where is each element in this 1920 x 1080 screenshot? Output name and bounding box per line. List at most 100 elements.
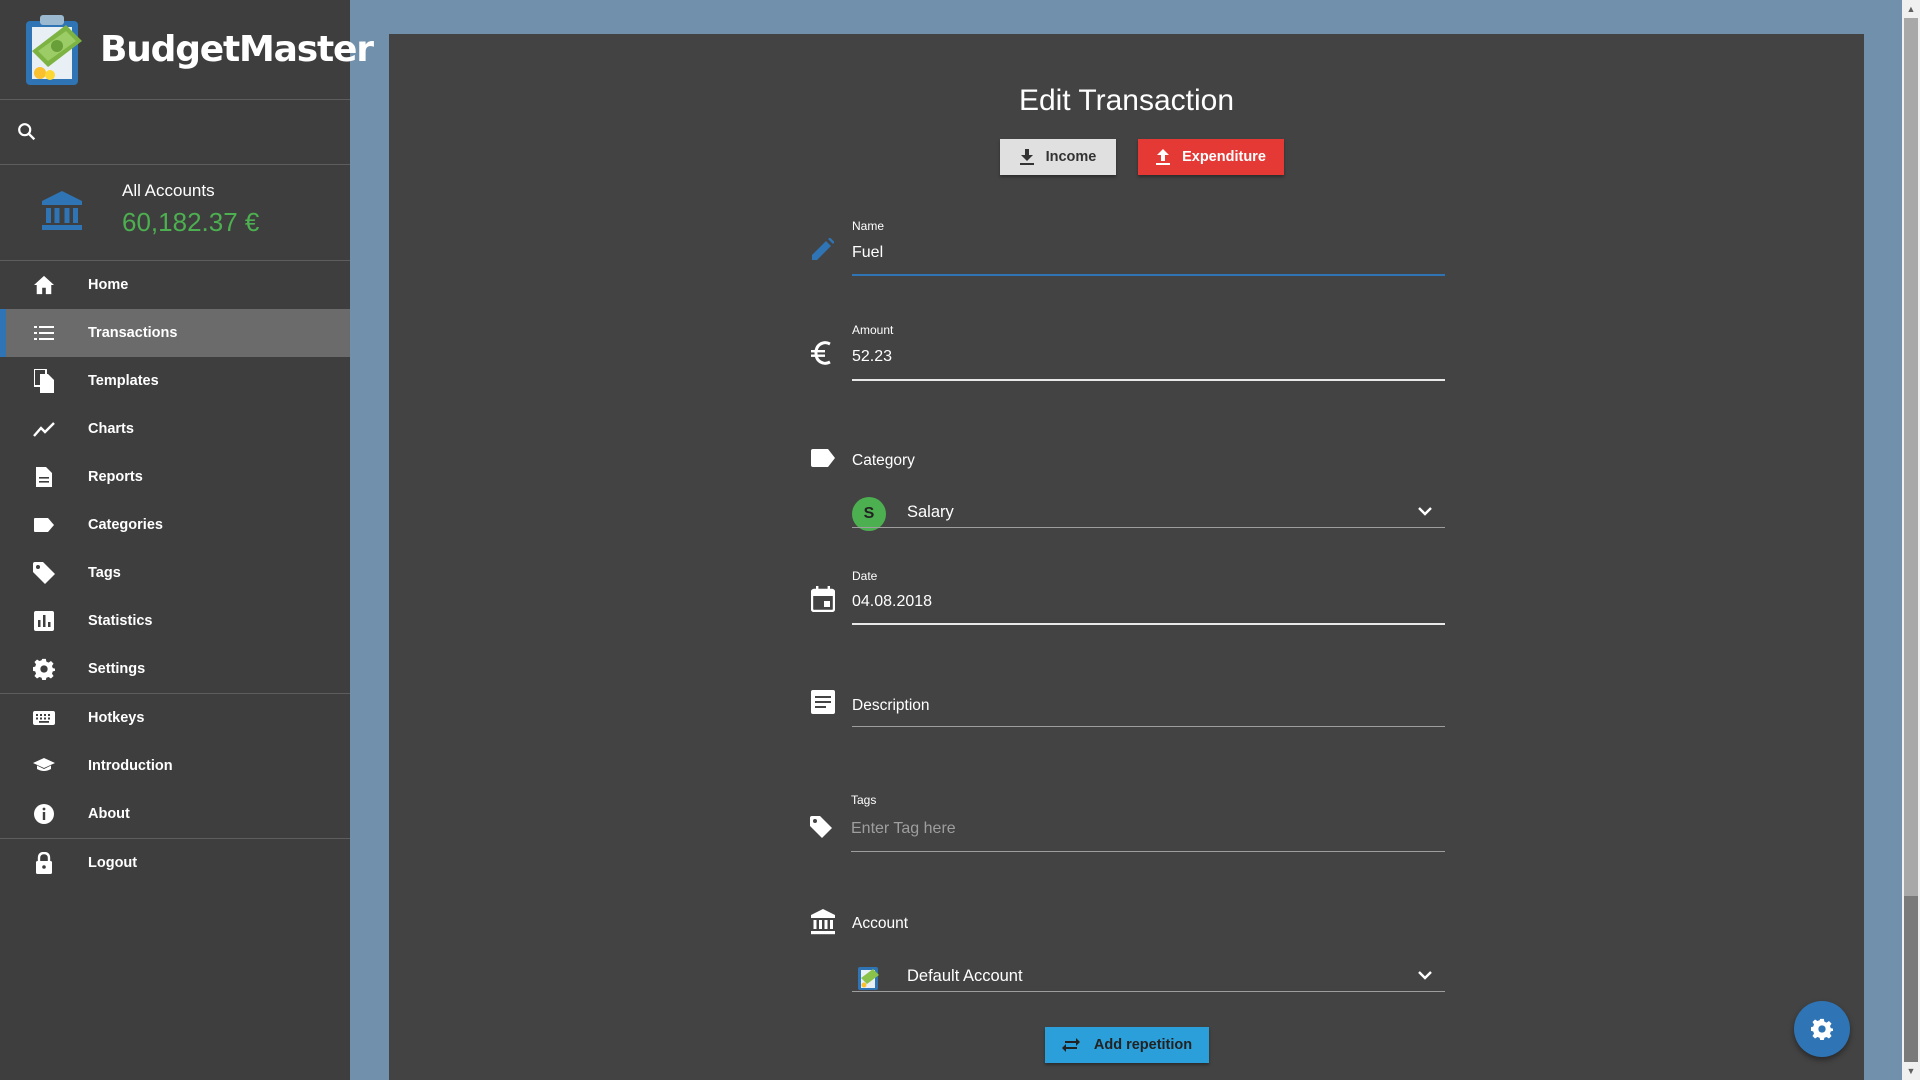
- edit-transaction-panel: Edit Transaction Income Expenditure Name…: [389, 34, 1864, 1080]
- nav-item-reports[interactable]: Reports: [0, 453, 350, 501]
- euro-icon: [809, 339, 837, 367]
- nav-item-hotkeys[interactable]: Hotkeys: [0, 694, 350, 742]
- gear-icon: [32, 657, 56, 681]
- settings-fab-button[interactable]: [1794, 1001, 1850, 1057]
- account-select[interactable]: Default Account: [852, 953, 1445, 1003]
- pencil-icon: [809, 235, 837, 263]
- app-logo-icon: [22, 11, 88, 89]
- scroll-track[interactable]: [1904, 18, 1918, 896]
- label-icon: [32, 513, 56, 537]
- upload-icon: [1156, 149, 1171, 165]
- date-field-label: Date: [852, 569, 878, 583]
- tags-underline: [851, 851, 1445, 852]
- account-balance: 60,182.37 €: [122, 207, 260, 237]
- account-value: Default Account: [907, 967, 1023, 985]
- logo-row[interactable]: BudgetMaster: [0, 0, 374, 100]
- file-copy-icon: [32, 369, 56, 393]
- search-icon[interactable]: [16, 121, 38, 143]
- tags-input[interactable]: Enter Tag here: [851, 820, 956, 838]
- download-icon: [1019, 149, 1034, 165]
- chevron-down-icon[interactable]: [1417, 503, 1433, 519]
- tag-icon: [32, 561, 56, 585]
- chevron-down-icon[interactable]: [1417, 967, 1433, 983]
- tag-icon: [807, 813, 835, 841]
- school-icon: [32, 754, 56, 778]
- nav-item-settings[interactable]: Settings: [0, 645, 350, 693]
- bank-icon: [809, 908, 837, 936]
- sidebar-search[interactable]: [0, 100, 350, 165]
- nav-label-settings: Settings: [88, 661, 146, 677]
- nav-label-home: Home: [88, 277, 129, 293]
- amount-field-label: Amount: [852, 323, 894, 337]
- date-input[interactable]: 04.08.2018: [852, 593, 932, 611]
- home-icon: [32, 273, 56, 297]
- nav-label-statistics: Statistics: [88, 613, 153, 629]
- category-field-label: Category: [852, 452, 915, 469]
- account-summary[interactable]: All Accounts 60,182.37 €: [0, 165, 350, 261]
- category-select[interactable]: S Salary: [852, 489, 1445, 539]
- scroll-thumb[interactable]: [1904, 896, 1918, 1062]
- repeat-icon: [1061, 1038, 1080, 1052]
- expenditure-label: Expenditure: [1182, 149, 1266, 165]
- expenditure-button[interactable]: Expenditure: [1138, 139, 1284, 175]
- amount-underline: [852, 379, 1445, 381]
- nav-item-about[interactable]: About: [0, 790, 350, 838]
- nav-label-logout: Logout: [88, 855, 138, 871]
- document-icon: [32, 465, 56, 489]
- category-value: Salary: [907, 503, 954, 521]
- account-logo-icon: [857, 963, 881, 991]
- nav-label-about: About: [88, 806, 130, 822]
- nav-label-templates: Templates: [88, 373, 159, 389]
- income-label: Income: [1045, 149, 1097, 165]
- nav-item-home[interactable]: Home: [0, 261, 350, 309]
- list-icon: [32, 321, 56, 345]
- description-icon: [809, 688, 837, 716]
- nav-item-charts[interactable]: Charts: [0, 405, 350, 453]
- description-underline: [852, 726, 1445, 727]
- sidebar: BudgetMaster All Accounts 60,182.37 € Ho…: [0, 0, 374, 1080]
- bank-icon: [40, 191, 84, 236]
- nav-label-introduction: Introduction: [88, 758, 173, 774]
- nav-item-logout[interactable]: Logout: [0, 839, 350, 887]
- nav-label-tags: Tags: [88, 565, 121, 581]
- account-underline: [852, 991, 1445, 992]
- nav-item-categories[interactable]: Categories: [0, 501, 350, 549]
- name-field-label: Name: [852, 219, 885, 233]
- scroll-up-arrow[interactable]: ▲: [1902, 0, 1920, 18]
- tags-field-label: Tags: [851, 793, 877, 807]
- label-icon: [809, 444, 837, 472]
- page-scrollbar[interactable]: ▲ ▼: [1902, 0, 1920, 1080]
- lock-icon: [32, 851, 56, 875]
- gear-icon: [1811, 1018, 1833, 1040]
- nav-label-reports: Reports: [88, 469, 143, 485]
- page-title: Edit Transaction: [1018, 84, 1235, 117]
- nav-item-templates[interactable]: Templates: [0, 357, 350, 405]
- nav-label-hotkeys: Hotkeys: [88, 710, 145, 726]
- category-underline: [852, 527, 1445, 528]
- name-underline: [852, 274, 1445, 276]
- line-chart-icon: [32, 417, 56, 441]
- name-input[interactable]: Fuel: [852, 244, 883, 262]
- keyboard-icon: [32, 706, 56, 730]
- description-input[interactable]: [852, 674, 1445, 724]
- add-repetition-button[interactable]: Add repetition: [1045, 1027, 1209, 1063]
- nav-label-transactions: Transactions: [88, 325, 178, 341]
- calendar-icon: [809, 585, 837, 613]
- nav-label-charts: Charts: [88, 421, 134, 437]
- account-field-label: Account: [852, 915, 909, 932]
- amount-input[interactable]: 52.23: [852, 348, 892, 366]
- scroll-down-arrow[interactable]: ▼: [1902, 1062, 1920, 1080]
- category-badge: S: [852, 497, 886, 531]
- nav-item-tags[interactable]: Tags: [0, 549, 350, 597]
- add-repetition-label: Add repetition: [1093, 1037, 1193, 1053]
- nav-item-introduction[interactable]: Introduction: [0, 742, 350, 790]
- income-button[interactable]: Income: [1000, 139, 1116, 175]
- nav-label-categories: Categories: [88, 517, 163, 533]
- app-name: BudgetMaster: [100, 29, 374, 70]
- nav-item-transactions[interactable]: Transactions: [0, 309, 350, 357]
- date-underline: [852, 623, 1445, 625]
- info-icon: [32, 802, 56, 826]
- bar-chart-icon: [32, 609, 56, 633]
- nav-item-statistics[interactable]: Statistics: [0, 597, 350, 645]
- account-name: All Accounts: [122, 181, 215, 200]
